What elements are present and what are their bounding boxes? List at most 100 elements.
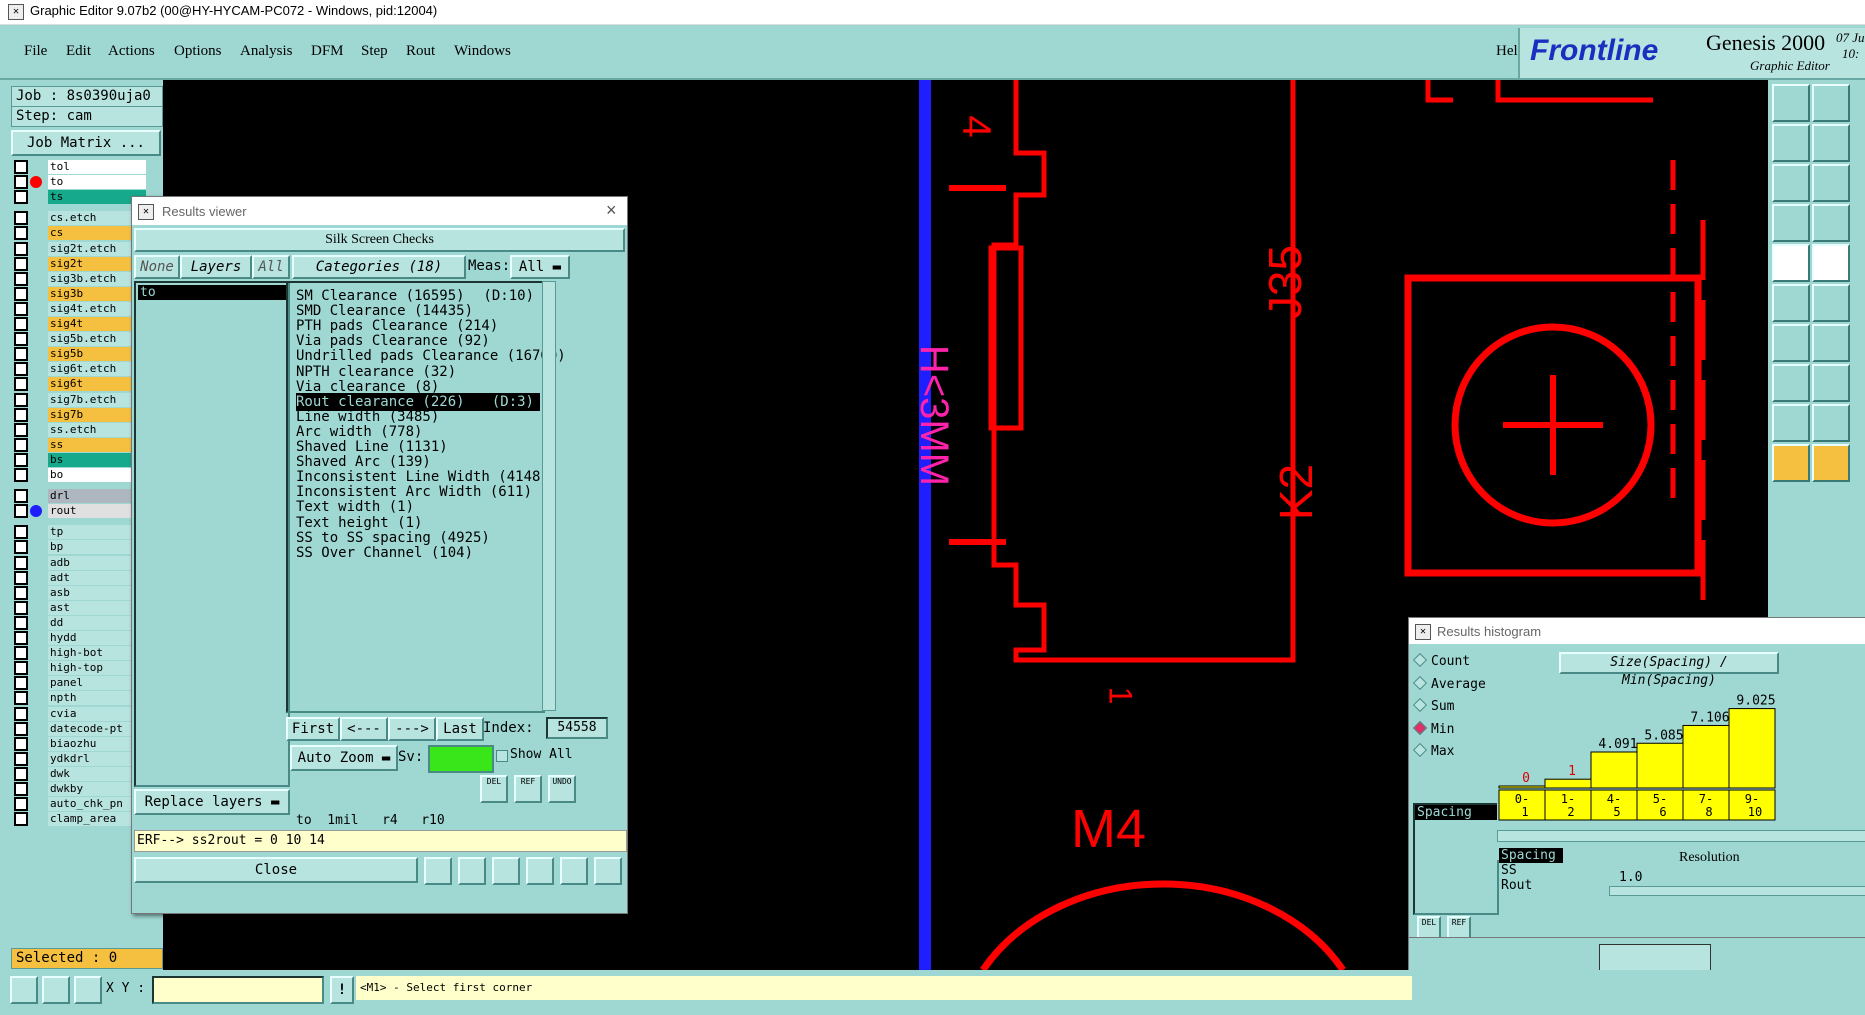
histogram-scrollbar[interactable]	[1497, 830, 1865, 842]
menu-actions[interactable]: Actions	[108, 43, 155, 60]
layer-checkbox[interactable]	[14, 407, 28, 422]
layer-checkbox[interactable]	[14, 721, 28, 736]
layer-checkbox[interactable]	[14, 525, 28, 540]
menu-dfm[interactable]: DFM	[311, 43, 344, 60]
next-button[interactable]: --->	[388, 717, 436, 741]
histogram-icon[interactable]	[594, 857, 622, 885]
layer-checkbox[interactable]	[14, 570, 28, 585]
tool-snap-icon[interactable]	[1812, 204, 1850, 242]
close-button[interactable]: Close	[134, 857, 418, 883]
layer-checkbox[interactable]	[14, 600, 28, 615]
layer-result-item[interactable]: to	[138, 285, 286, 300]
mode-radio-sum[interactable]: Sum	[1412, 697, 1454, 714]
layer-checkbox[interactable]	[14, 286, 28, 301]
tool-pan-icon[interactable]	[1772, 84, 1810, 122]
layer-checkbox[interactable]	[14, 585, 28, 600]
list-item[interactable]: Spacing	[1499, 848, 1563, 863]
category-scrollbar[interactable]	[542, 281, 556, 711]
layer-checkbox[interactable]	[14, 751, 28, 766]
layer-checkbox[interactable]	[14, 437, 28, 452]
layer-checkbox[interactable]	[14, 256, 28, 271]
layer-checkbox[interactable]	[14, 540, 28, 555]
tool-triangle-icon[interactable]	[1772, 404, 1810, 442]
menu-edit[interactable]: Edit	[66, 43, 91, 60]
layer-result-list[interactable]: to	[134, 281, 290, 787]
layer-checkbox[interactable]	[14, 160, 28, 174]
tool-pointer-icon[interactable]	[1812, 444, 1850, 482]
layer-checkbox[interactable]	[14, 271, 28, 286]
replace-layers-dropdown[interactable]: Replace layers ▬	[134, 789, 290, 815]
mode-radio-max[interactable]: Max	[1412, 742, 1454, 759]
list-item[interactable]: Rout	[1499, 878, 1569, 893]
categories-button[interactable]: Categories (18)	[292, 255, 466, 279]
mode-radio-count[interactable]: Count	[1412, 652, 1470, 669]
layer-checkbox[interactable]	[14, 347, 28, 362]
tool-home-icon[interactable]	[1772, 164, 1810, 202]
tool-line-icon[interactable]	[1772, 324, 1810, 362]
layer-checkbox[interactable]	[14, 362, 28, 377]
layer-checkbox[interactable]	[14, 392, 28, 407]
tool-fill-icon[interactable]	[1772, 244, 1810, 282]
tool-shape-icon[interactable]	[1812, 244, 1850, 282]
menu-rout[interactable]: Rout	[406, 43, 435, 60]
mode-radio-average[interactable]: Average	[1412, 675, 1486, 692]
histogram-left-item[interactable]: Spacing	[1415, 805, 1497, 820]
layer-checkbox[interactable]	[14, 691, 28, 706]
job-matrix-button[interactable]: Job Matrix ...	[11, 130, 161, 156]
tool-dash-icon[interactable]	[1812, 364, 1850, 402]
layer-checkbox[interactable]	[14, 422, 28, 437]
tool-window-icon[interactable]	[1812, 84, 1850, 122]
menu-file[interactable]: File	[24, 43, 47, 60]
layer-checkbox[interactable]	[14, 766, 28, 781]
layer-checkbox[interactable]	[14, 468, 28, 482]
layer-checkbox[interactable]	[14, 504, 28, 519]
layers-button[interactable]: Layers	[180, 255, 252, 279]
sv-dropdown[interactable]	[428, 745, 494, 773]
menu-options[interactable]: Options	[174, 43, 222, 60]
first-button[interactable]: First	[286, 717, 340, 741]
grid-icon[interactable]	[74, 976, 102, 1004]
layer-checkbox[interactable]	[14, 190, 28, 205]
layer-checkbox[interactable]	[14, 631, 28, 645]
layer-checkbox[interactable]	[14, 175, 28, 190]
ruler-icon[interactable]	[42, 976, 70, 1004]
flag-icon[interactable]	[424, 857, 452, 885]
meas-dropdown[interactable]: All ▬	[510, 255, 570, 279]
layer-checkbox[interactable]	[14, 241, 28, 256]
layer-checkbox[interactable]	[14, 301, 28, 316]
report-icon[interactable]	[526, 857, 554, 885]
layer-checkbox[interactable]	[14, 646, 28, 661]
del-button[interactable]: DEL	[480, 775, 508, 803]
mode-radio-min[interactable]: Min	[1412, 720, 1454, 737]
layer-checkbox[interactable]	[14, 736, 28, 751]
document-icon[interactable]	[560, 857, 588, 885]
index-input[interactable]: 54558	[546, 717, 608, 739]
category-item[interactable]: SS Over Channel (104)	[296, 544, 540, 562]
undo-button[interactable]: UNDO	[548, 775, 576, 803]
layers-all-button[interactable]: All	[252, 255, 290, 279]
layer-checkbox[interactable]	[14, 797, 28, 812]
tool-zoom-icon[interactable]	[1772, 124, 1810, 162]
layer-checkbox[interactable]	[14, 377, 28, 392]
tool-fit-icon[interactable]	[1812, 124, 1850, 162]
layer-checkbox[interactable]	[14, 211, 28, 226]
histogram-bottom-list[interactable]: Spacing SS Rout	[1499, 848, 1569, 900]
layer-checkbox[interactable]	[14, 332, 28, 347]
layer-checkbox[interactable]	[14, 661, 28, 676]
tool-text-icon[interactable]	[1812, 404, 1850, 442]
layer-checkbox[interactable]	[14, 489, 28, 504]
tool-select-icon[interactable]	[1772, 444, 1810, 482]
tool-measure-icon[interactable]	[1772, 204, 1810, 242]
menu-step[interactable]: Step	[361, 43, 388, 60]
xy-input[interactable]	[152, 976, 324, 1004]
layer-checkbox[interactable]	[14, 226, 28, 241]
layer-checkbox[interactable]	[14, 676, 28, 691]
resolution-slider[interactable]	[1609, 886, 1865, 896]
histogram-left-list[interactable]: Spacing	[1413, 803, 1499, 915]
show-all-checkbox[interactable]	[496, 750, 508, 762]
alert-icon[interactable]: !	[330, 976, 354, 1004]
tool-slash-icon[interactable]	[1812, 324, 1850, 362]
menu-windows[interactable]: Windows	[454, 43, 511, 60]
last-button[interactable]: Last	[436, 717, 484, 741]
layer-checkbox[interactable]	[14, 555, 28, 570]
